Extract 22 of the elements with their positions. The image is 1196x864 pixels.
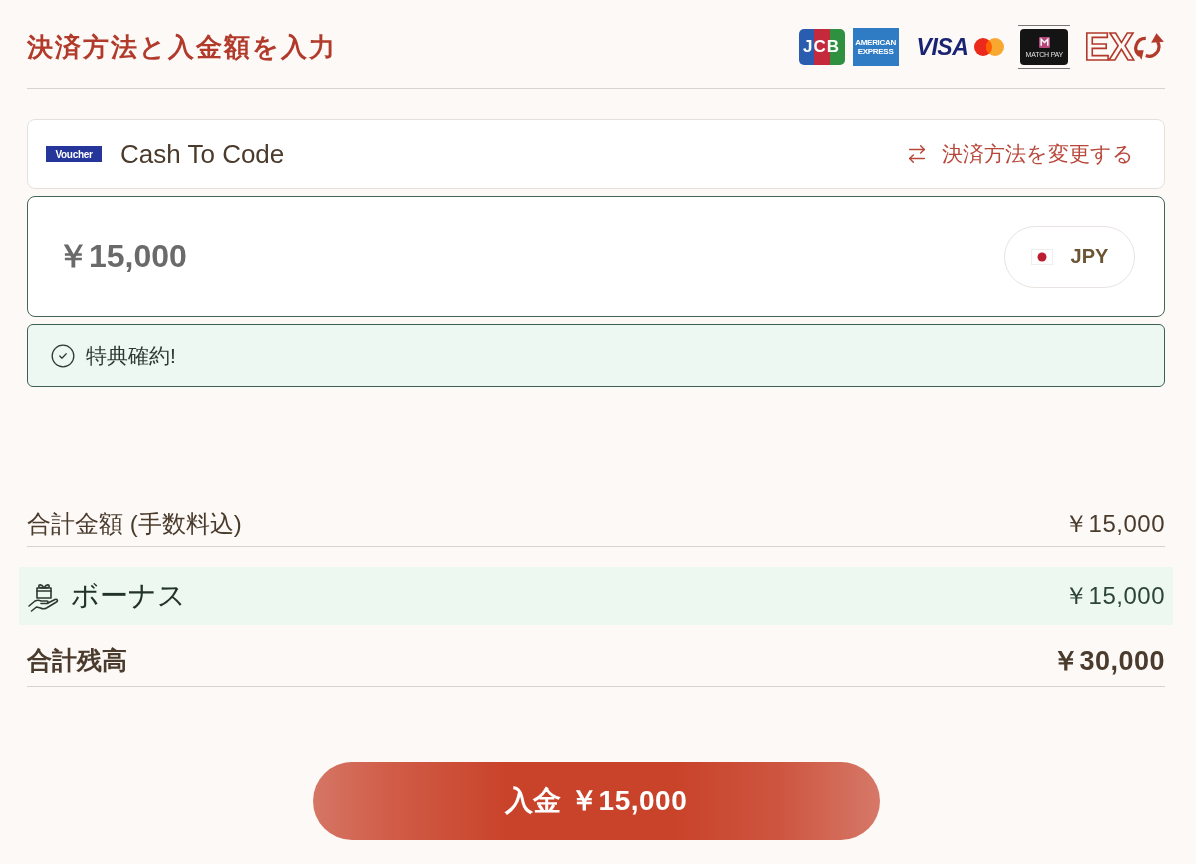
summary-value: ￥15,000 bbox=[1064, 581, 1165, 611]
flag-icon bbox=[1030, 248, 1053, 265]
amount-field[interactable]: ￥15,000 JPY bbox=[27, 196, 1165, 317]
voucher-logo: Voucher bbox=[46, 146, 102, 162]
payment-method-name: Cash To Code bbox=[120, 138, 286, 170]
summary-label: ボーナス bbox=[71, 579, 187, 613]
page-title: 決済方法と入金額を入力 bbox=[27, 30, 337, 64]
change-method-link[interactable]: 決済方法を変更する bbox=[906, 140, 1134, 168]
deposit-button[interactable]: 入金 ￥15,000 bbox=[312, 762, 880, 840]
check-circle-icon bbox=[50, 342, 76, 369]
amount-input[interactable]: ￥15,000 bbox=[57, 235, 1004, 278]
currency-selector[interactable]: JPY bbox=[1004, 225, 1135, 288]
amex-logo: AMERICAN EXPRESS bbox=[852, 28, 899, 66]
summary-value: ￥15,000 bbox=[1064, 508, 1165, 539]
overlapping-circles-logo bbox=[974, 38, 1005, 56]
summary-label: 合計金額 (手数料込) bbox=[27, 508, 243, 539]
summary-label: 合計残高 bbox=[27, 645, 128, 676]
swap-arrows-icon bbox=[906, 143, 928, 165]
summary-value: ￥30,000 bbox=[1051, 644, 1165, 678]
visa-logo: VISA bbox=[916, 33, 969, 61]
ex-logo: EX bbox=[1084, 28, 1165, 66]
bonus-notice-text: 特典確約! bbox=[86, 342, 176, 369]
